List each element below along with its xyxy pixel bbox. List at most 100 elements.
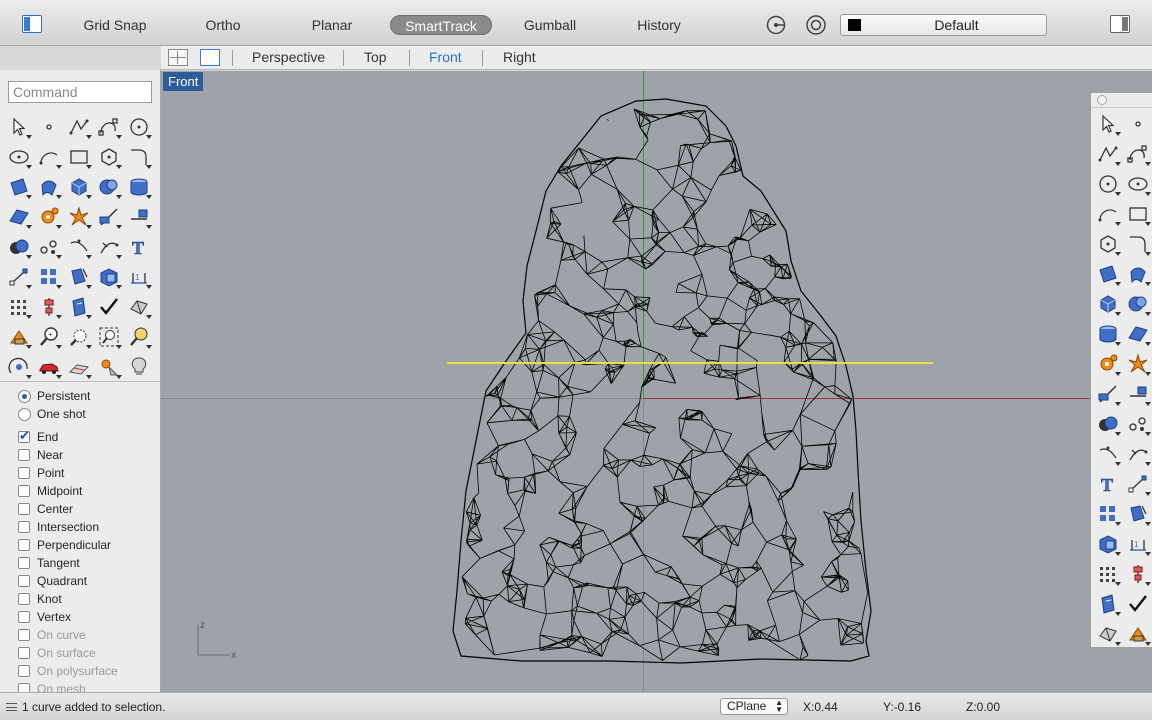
surface-from-points-icon[interactable] xyxy=(1093,259,1123,289)
text-icon[interactable]: T xyxy=(1093,469,1123,499)
osnap-near[interactable]: Near xyxy=(18,446,158,464)
properties-icon[interactable] xyxy=(64,292,94,322)
radio-button[interactable] xyxy=(18,389,31,403)
explode-icon[interactable] xyxy=(64,202,94,232)
osnap-midpoint[interactable]: Midpoint xyxy=(18,482,158,500)
curve-icon[interactable] xyxy=(1123,139,1152,169)
single-viewport-icon[interactable] xyxy=(200,49,220,66)
box-icon[interactable] xyxy=(64,172,94,202)
polyline-icon[interactable] xyxy=(64,112,94,142)
text-icon[interactable]: T xyxy=(124,232,154,262)
floating-toolbar-titlebar[interactable] xyxy=(1091,93,1152,108)
wireframe-mesh[interactable] xyxy=(161,71,1152,692)
tab-front[interactable]: Front xyxy=(429,49,462,65)
surface-icon[interactable] xyxy=(1123,319,1152,349)
select-icon[interactable] xyxy=(1093,109,1123,139)
checkbox[interactable] xyxy=(18,611,30,623)
osnap-target-icon[interactable] xyxy=(805,14,827,36)
array-icon[interactable] xyxy=(64,262,94,292)
car-icon[interactable] xyxy=(34,352,64,382)
paint-icon[interactable] xyxy=(4,322,34,352)
close-icon[interactable] xyxy=(1097,95,1107,105)
zoom-window-icon[interactable] xyxy=(64,322,94,352)
zoom-extents-icon[interactable] xyxy=(94,322,124,352)
checkbox[interactable] xyxy=(18,521,30,533)
fillet-curve-icon[interactable] xyxy=(1123,229,1152,259)
osnap-end[interactable]: End xyxy=(18,428,158,446)
tab-top[interactable]: Top xyxy=(364,49,387,65)
arc-icon[interactable] xyxy=(1093,199,1123,229)
cylinder-icon[interactable] xyxy=(124,172,154,202)
ellipse-icon[interactable] xyxy=(4,142,34,172)
gear-icon[interactable] xyxy=(1093,349,1123,379)
properties-icon[interactable] xyxy=(1093,589,1123,619)
front-viewport[interactable]: Front z x xyxy=(161,71,1152,692)
osnap-vertex[interactable]: Vertex xyxy=(18,608,158,626)
checkbox[interactable] xyxy=(18,575,30,587)
block-icon[interactable] xyxy=(1093,529,1123,559)
rectangle-icon[interactable] xyxy=(64,142,94,172)
command-input[interactable] xyxy=(8,81,152,103)
extend-icon[interactable] xyxy=(1123,439,1152,469)
osnap-quadrant[interactable]: Quadrant xyxy=(18,572,158,590)
polygon-icon[interactable] xyxy=(94,142,124,172)
array-icon[interactable] xyxy=(1123,499,1152,529)
left-sidebar-toggle-icon[interactable] xyxy=(22,15,42,33)
tab-right[interactable]: Right xyxy=(503,49,536,65)
ellipse-icon[interactable] xyxy=(1123,169,1152,199)
split-icon[interactable] xyxy=(1123,379,1152,409)
move-icon[interactable] xyxy=(1123,469,1152,499)
curve-edit-icon[interactable] xyxy=(64,232,94,262)
trim-icon[interactable] xyxy=(94,202,124,232)
right-sidebar-toggle-icon[interactable] xyxy=(1110,15,1130,33)
sphere-icon[interactable] xyxy=(94,172,124,202)
group-icon[interactable] xyxy=(1093,499,1123,529)
select-icon[interactable] xyxy=(4,112,34,142)
planar-button[interactable]: Planar xyxy=(304,15,360,35)
gumball-button[interactable]: Gumball xyxy=(516,15,584,35)
boolean-icon[interactable] xyxy=(1093,409,1123,439)
polygon-icon[interactable] xyxy=(1093,229,1123,259)
viewport-title[interactable]: Front xyxy=(163,72,204,91)
dimension-icon[interactable]: 1 xyxy=(124,262,154,292)
selected-curve[interactable] xyxy=(447,362,933,364)
light-icon[interactable] xyxy=(94,352,124,382)
points-on-icon[interactable] xyxy=(1123,409,1152,439)
split-icon[interactable] xyxy=(124,202,154,232)
arc-icon[interactable] xyxy=(34,142,64,172)
osnap-intersection[interactable]: Intersection xyxy=(18,518,158,536)
checkbox[interactable] xyxy=(18,503,30,515)
sphere-icon[interactable] xyxy=(1123,289,1152,319)
zoom-icon[interactable]: + xyxy=(34,322,64,352)
checkbox[interactable] xyxy=(18,428,30,444)
plane-icon[interactable] xyxy=(64,352,94,382)
point-icon[interactable] xyxy=(1123,109,1152,139)
osnap-knot[interactable]: Knot xyxy=(18,590,158,608)
loft-icon[interactable] xyxy=(1123,259,1152,289)
osnap-mode-persistent[interactable]: Persistent xyxy=(18,387,158,405)
hide-icon[interactable] xyxy=(1093,619,1123,649)
smarttrack-button[interactable]: SmartTrack xyxy=(390,15,492,35)
hide-icon[interactable] xyxy=(124,292,154,322)
render-icon[interactable] xyxy=(4,352,34,382)
polyline-icon[interactable] xyxy=(1093,139,1123,169)
osnap-perpendicular[interactable]: Perpendicular xyxy=(18,536,158,554)
checkbox[interactable] xyxy=(18,467,30,479)
zoom-selected-icon[interactable] xyxy=(124,322,154,352)
explode-icon[interactable] xyxy=(1123,349,1152,379)
box-icon[interactable] xyxy=(1093,289,1123,319)
paint-icon[interactable] xyxy=(1123,619,1152,649)
grid-array-icon[interactable] xyxy=(1093,559,1123,589)
check-icon[interactable] xyxy=(1123,589,1152,619)
osnap-mode-one-shot[interactable]: One shot xyxy=(18,405,158,423)
checkbox[interactable] xyxy=(18,449,30,461)
points-on-icon[interactable] xyxy=(34,232,64,262)
cplane-dropdown[interactable]: CPlane ▲ ▼ xyxy=(720,698,788,715)
bulb-icon[interactable] xyxy=(124,352,154,382)
surface-icon[interactable] xyxy=(4,202,34,232)
dimension-icon[interactable]: 1 xyxy=(1123,529,1152,559)
ortho-button[interactable]: Ortho xyxy=(196,15,250,35)
move-icon[interactable] xyxy=(4,262,34,292)
curve-edit-icon[interactable] xyxy=(1093,439,1123,469)
checkbox[interactable] xyxy=(18,485,30,497)
